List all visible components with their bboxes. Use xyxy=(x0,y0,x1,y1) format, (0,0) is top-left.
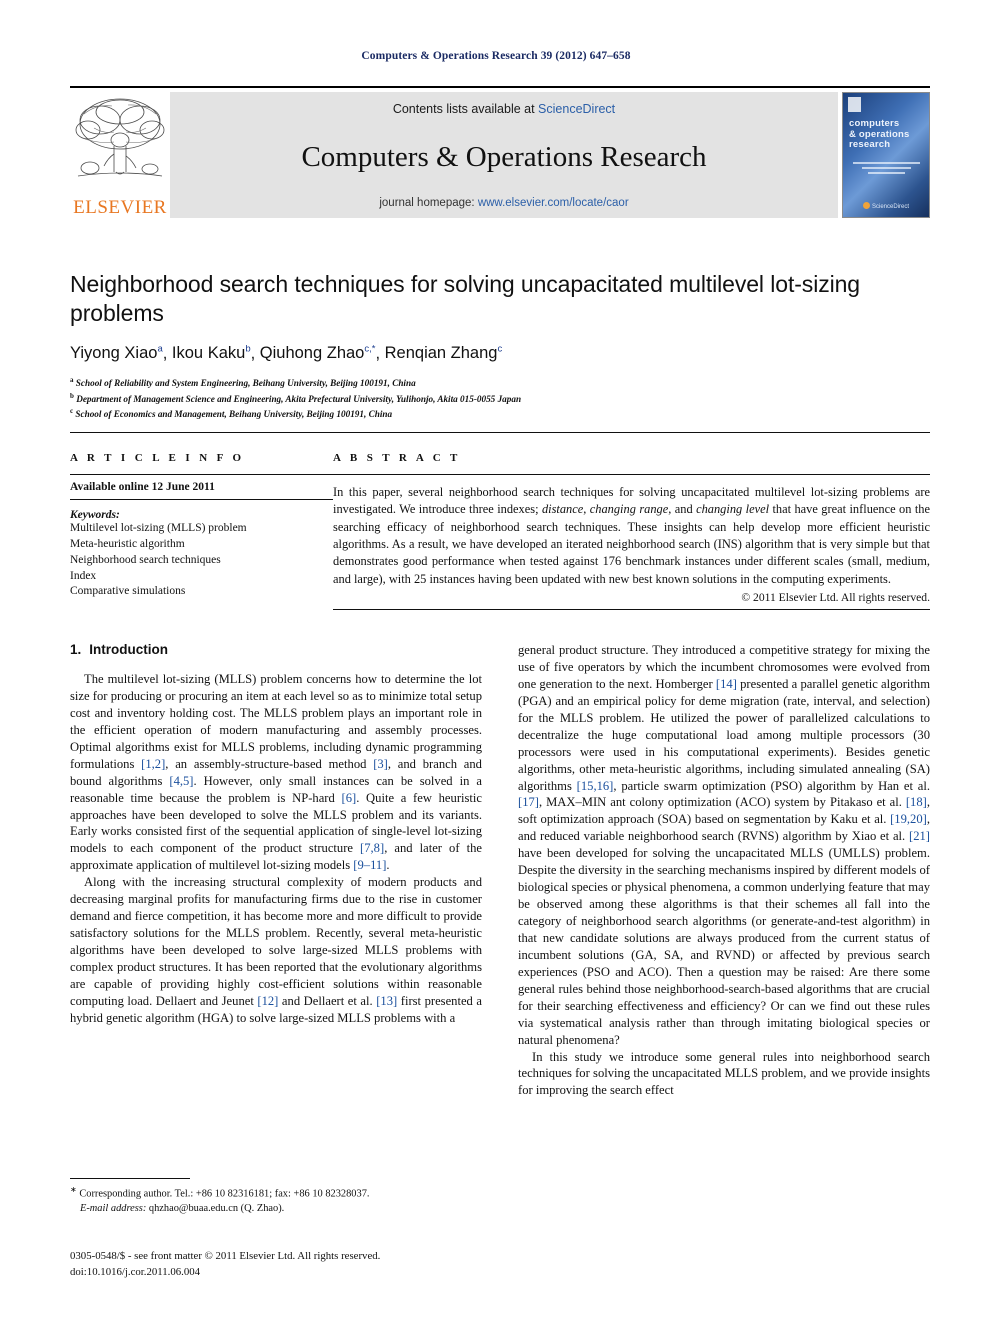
author-list: Yiyong Xiaoa, Ikou Kakub, Qiuhong Zhaoc,… xyxy=(70,343,503,363)
affiliation-mark: c xyxy=(70,406,74,415)
affiliation-mark: a xyxy=(70,376,74,385)
affiliation-list: a School of Reliability and System Engin… xyxy=(70,375,930,421)
footnote-rule xyxy=(70,1178,190,1179)
elsevier-tree-icon xyxy=(75,98,165,177)
paragraph: The multilevel lot-sizing (MLLS) problem… xyxy=(70,672,482,873)
page-title: Neighborhood search techniques for solvi… xyxy=(70,271,860,326)
author-name: Renqian Zhang xyxy=(384,344,498,363)
affiliation-mark: b xyxy=(70,391,74,400)
footnote-block: ∗ Corresponding author. Tel.: +86 10 823… xyxy=(70,1178,482,1217)
keyword-item: Neighborhood search techniques xyxy=(70,553,221,566)
section-heading-introduction: 1. Introduction xyxy=(70,642,482,657)
email-address-value[interactable]: qhzhao@buaa.edu.cn (Q. Zhao). xyxy=(149,1203,284,1214)
affiliation-item: b Department of Management Science and E… xyxy=(70,391,930,406)
masthead-center: Contents lists available at ScienceDirec… xyxy=(170,92,838,218)
doi-line[interactable]: doi:10.1016/j.cor.2011.06.004 xyxy=(70,1264,540,1280)
affiliation-text: Department of Management Science and Eng… xyxy=(76,393,522,404)
abstract-italic-distance: distance xyxy=(541,502,584,517)
imprint-block: 0305-0548/$ - see front matter © 2011 El… xyxy=(70,1248,540,1280)
cover-title: computers & operations research xyxy=(849,118,924,151)
author-affil-mark: a xyxy=(157,343,163,355)
email-address-label: E-mail address: xyxy=(80,1203,147,1215)
affiliation-item: a School of Reliability and System Engin… xyxy=(70,375,930,390)
section-number: 1. xyxy=(70,642,82,657)
author-name: Ikou Kaku xyxy=(171,344,246,363)
affiliation-item: c School of Economics and Management, Be… xyxy=(70,406,930,421)
paragraph: Along with the increasing structural com… xyxy=(70,875,482,1025)
contents-prefix-text: Contents lists available at xyxy=(392,102,539,116)
author-name: Yiyong Xiao xyxy=(70,344,158,363)
journal-article-page: Computers & Operations Research 39 (2012… xyxy=(0,0,992,1323)
sciencedirect-orb-icon xyxy=(862,202,870,209)
author-affil-mark: c,* xyxy=(364,343,376,355)
abstract-sep-2: , and xyxy=(668,502,697,517)
cover-title-line-3: research xyxy=(849,139,891,151)
author-item[interactable]: Ikou Kakub xyxy=(171,343,251,363)
article-info-column: A R T I C L E I N F O Available online 1… xyxy=(70,452,333,610)
author-name: Qiuhong Zhao xyxy=(259,344,365,363)
author-item[interactable]: Qiuhong Zhaoc,* xyxy=(259,343,376,363)
article-info-rule-mid xyxy=(70,499,333,500)
journal-homepage-link[interactable]: www.elsevier.com/locate/caor xyxy=(478,197,629,209)
journal-masthead: ELSEVIER Contents lists available at Sci… xyxy=(70,92,930,218)
body-left-column: 1. Introduction The multilevel lot-sizing… xyxy=(70,642,482,1162)
body-right-column: general product structure. They introduc… xyxy=(518,642,930,1162)
article-info-heading: A R T I C L E I N F O xyxy=(70,452,245,464)
asterisk-icon: ∗ xyxy=(70,1185,77,1194)
keyword-item: Index xyxy=(70,569,97,582)
masthead-top-rule xyxy=(70,86,930,88)
keyword-item: Multilevel lot-sizing (MLLS) problem xyxy=(70,522,247,534)
title-block-divider xyxy=(70,432,930,433)
abstract-heading: A B S T R A C T xyxy=(333,452,461,464)
article-body: 1. Introduction The multilevel lot-sizing… xyxy=(70,642,930,1162)
keyword-item: Meta-heuristic algorithm xyxy=(70,537,185,550)
section-title: Introduction xyxy=(89,642,168,657)
available-online-text: Available online 12 June 2011 xyxy=(70,481,215,493)
affiliation-text: School of Reliability and System Enginee… xyxy=(75,378,416,389)
author-item[interactable]: Renqian Zhangc xyxy=(384,343,503,363)
author-affil-mark: b xyxy=(245,343,251,355)
cover-sciencedirect-badge: ScienceDirect xyxy=(843,202,929,210)
email-note: E-mail address: qhzhao@buaa.edu.cn (Q. Z… xyxy=(70,1202,482,1217)
abstract-italic-changing-level: changing level xyxy=(696,502,770,517)
abstract-italic-changing-range: changing range xyxy=(589,502,669,517)
paragraph: In this study we introduce some general … xyxy=(518,1049,930,1098)
info-abstract-section: A R T I C L E I N F O Available online 1… xyxy=(70,452,930,611)
journal-homepage-line: journal homepage: www.elsevier.com/locat… xyxy=(379,197,628,209)
cover-elsevier-icon xyxy=(848,97,861,112)
author-item[interactable]: Yiyong Xiaoa xyxy=(70,343,163,363)
sciencedirect-link[interactable]: ScienceDirect xyxy=(538,102,615,116)
cover-footer-text: ScienceDirect xyxy=(871,204,909,210)
homepage-prefix-text: journal homepage: xyxy=(379,197,478,209)
keyword-item: Comparative simulations xyxy=(70,585,186,598)
running-head: Computers & Operations Research 39 (2012… xyxy=(361,50,631,62)
journal-title: Computers & Operations Research xyxy=(301,141,707,173)
keywords-list: Multilevel lot-sizing (MLLS) problem Met… xyxy=(70,521,333,600)
issn-copyright-line: 0305-0548/$ - see front matter © 2011 El… xyxy=(70,1250,381,1262)
contents-available-line: Contents lists available at ScienceDirec… xyxy=(393,102,615,116)
elsevier-logo: ELSEVIER xyxy=(70,92,170,218)
corresponding-author-text: Corresponding author. Tel.: +86 10 82316… xyxy=(79,1188,370,1200)
abstract-column: A B S T R A C T In this paper, several n… xyxy=(333,452,930,611)
journal-cover-thumbnail[interactable]: computers & operations research ScienceD… xyxy=(842,92,930,218)
keywords-label: Keywords: xyxy=(70,509,120,521)
paragraph: general product structure. They introduc… xyxy=(518,643,931,1047)
elsevier-wordmark: ELSEVIER xyxy=(73,197,167,218)
abstract-body: In this paper, several neighborhood sear… xyxy=(333,475,930,588)
cover-placeholder-lines xyxy=(853,159,920,177)
abstract-rule-bottom xyxy=(333,609,930,611)
corresponding-author-note: ∗ Corresponding author. Tel.: +86 10 823… xyxy=(70,1184,482,1202)
author-affil-mark: c xyxy=(497,343,503,355)
abstract-copyright: © 2011 Elsevier Ltd. All rights reserved… xyxy=(741,591,930,605)
title-block: Neighborhood search techniques for solvi… xyxy=(70,270,930,421)
affiliation-text: School of Economics and Management, Beih… xyxy=(75,408,393,419)
